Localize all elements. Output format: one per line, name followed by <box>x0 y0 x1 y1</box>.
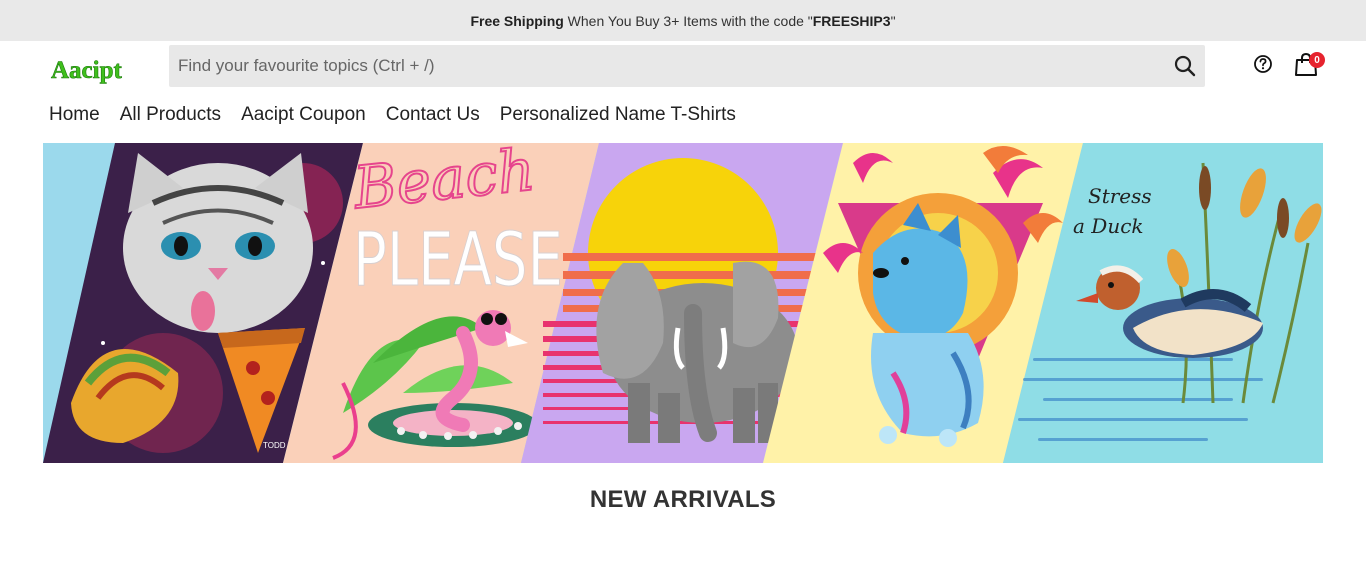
nav-contact[interactable]: Contact Us <box>386 104 480 130</box>
announcement-end: " <box>890 12 896 29</box>
logo[interactable]: Aacipt <box>50 51 132 85</box>
announcement-bar: Free Shipping When You Buy 3+ Items with… <box>0 0 1366 41</box>
cart-count-badge: 0 <box>1309 52 1325 68</box>
nav-home[interactable]: Home <box>49 104 100 130</box>
nav-personalized[interactable]: Personalized Name T-Shirts <box>500 104 736 130</box>
help-circle-icon[interactable] <box>1253 54 1273 74</box>
banner-duck-text-2: a Duck <box>1073 214 1144 238</box>
nav-all-products[interactable]: All Products <box>120 104 221 130</box>
search-bar <box>169 45 1205 87</box>
announcement-text: When You Buy 3+ Items with the code " <box>563 12 813 29</box>
search-input[interactable] <box>169 45 1159 87</box>
site-header: Aacipt 0 <box>0 41 1366 93</box>
announcement-bold: Free Shipping <box>470 12 564 29</box>
nav-coupon[interactable]: Aacipt Coupon <box>241 104 366 130</box>
search-icon[interactable] <box>1173 54 1197 78</box>
section-title-new-arrivals: NEW ARRIVALS <box>589 486 777 513</box>
main-nav: Home All Products Aacipt Coupon Contact … <box>49 104 756 130</box>
cart-button[interactable]: 0 <box>1294 52 1328 78</box>
banner-duck-text-1: Stress <box>1088 184 1152 208</box>
coupon-code: FREESHIP3 <box>812 12 891 29</box>
logo-text: Aacipt <box>51 57 123 84</box>
hero-banner[interactable]: TODD ART Beach PLEASE Stress a Duck <box>43 143 1323 463</box>
banner-please-text: PLEASE <box>353 217 563 303</box>
